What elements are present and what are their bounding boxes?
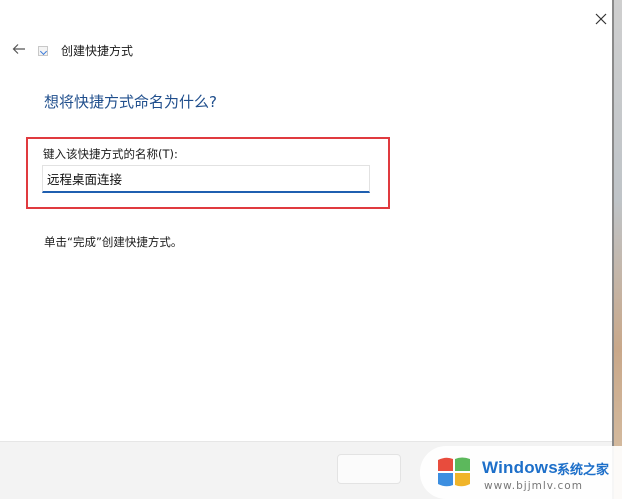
page-heading: 想将快捷方式命名为什么? bbox=[44, 93, 217, 111]
finish-button[interactable] bbox=[337, 454, 401, 484]
watermark-url: www.bjjmlv.com bbox=[484, 480, 583, 492]
desktop-edge bbox=[612, 0, 622, 499]
shortcut-name-label: 键入该快捷方式的名称(T): bbox=[43, 147, 178, 161]
shortcut-name-input[interactable] bbox=[42, 165, 370, 193]
back-button[interactable] bbox=[8, 38, 30, 60]
watermark-site-name: 系统之家 bbox=[557, 463, 610, 478]
close-button[interactable] bbox=[588, 6, 614, 32]
wizard-title: 创建快捷方式 bbox=[61, 44, 134, 58]
shortcut-wizard-icon bbox=[38, 46, 48, 56]
windows-logo-icon bbox=[438, 457, 470, 487]
close-icon bbox=[595, 13, 607, 25]
back-arrow-icon bbox=[12, 44, 25, 54]
create-shortcut-dialog: 创建快捷方式 想将快捷方式命名为什么? 键入该快捷方式的名称(T): 单击“完成… bbox=[0, 0, 612, 499]
watermark-brand: Windows bbox=[482, 458, 558, 477]
finish-hint: 单击“完成”创建快捷方式。 bbox=[44, 235, 183, 249]
